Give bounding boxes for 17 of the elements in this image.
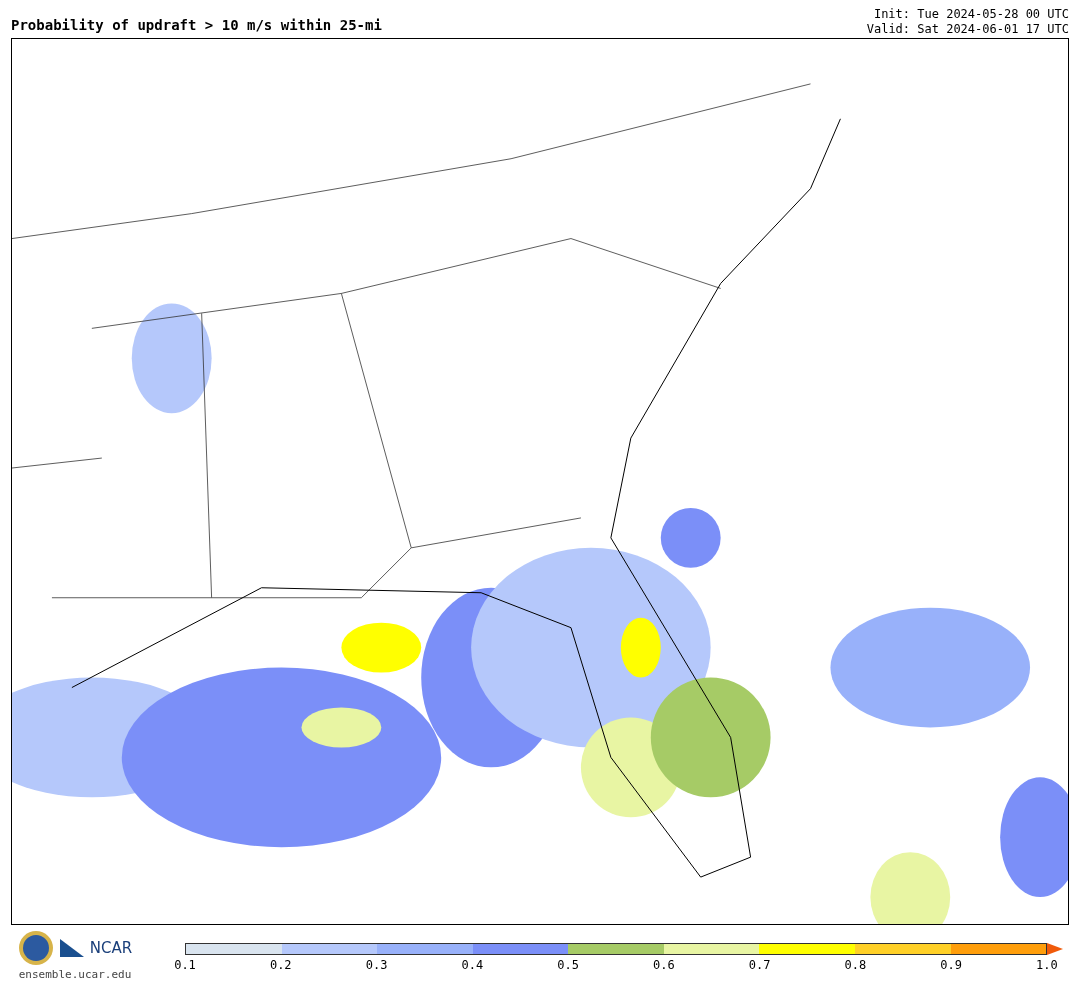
tick-label: 0.4 <box>460 958 485 972</box>
tick-label: 0.2 <box>268 958 293 972</box>
chart-title: Probability of updraft > 10 m/s within 25-mi <box>11 17 382 35</box>
tick-label: 0.8 <box>843 958 868 972</box>
tick-label: 0.7 <box>747 958 772 972</box>
tick-label: 0.6 <box>652 958 676 972</box>
tick-label: 0.3 <box>364 958 389 972</box>
tick-label: 0.1 <box>173 958 197 972</box>
seal-icon <box>17 930 54 966</box>
website-url: ensemble.ucar.edu <box>18 968 132 981</box>
tick-label: 0.9 <box>939 958 963 972</box>
tick-label: 0.5 <box>556 958 580 972</box>
init-time: Init: Tue 2024-05-28 00 UTC <box>873 7 1069 22</box>
tick-label: 1.0 <box>1035 958 1059 972</box>
valid-time: Valid: Sat 2024-06-01 17 UTC <box>866 22 1069 37</box>
ncar-logo: NCAR <box>89 939 133 957</box>
triangle-logo-icon <box>59 939 84 957</box>
